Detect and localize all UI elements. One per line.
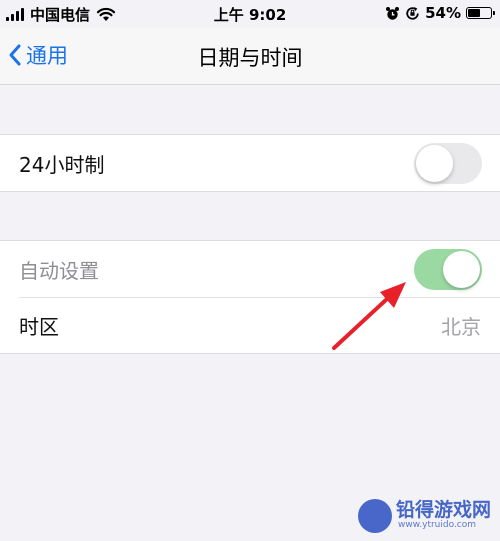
toggle-knob [443, 251, 480, 288]
watermark-text: 铅得游戏网 [396, 499, 492, 521]
watermark: 铅得游戏网 www.ytruido.com [358, 493, 498, 539]
timezone-value: 北京 [441, 314, 481, 339]
page-title: 日期与时间 [197, 46, 303, 70]
timezone-label: 时区 [19, 314, 59, 339]
timezone-row[interactable]: 时区 北京 [0, 297, 500, 353]
hour24-row: 24小时制 [0, 135, 500, 191]
hour24-group: 24小时制 [0, 134, 500, 192]
watermark-url: www.ytruido.com [398, 520, 477, 530]
hour24-toggle[interactable] [414, 143, 482, 184]
auto-set-toggle[interactable] [414, 249, 482, 290]
auto-set-label: 自动设置 [19, 258, 99, 283]
settings-screen: 中国电信 上午 9:02 54% 通用 日期与时间 24小时制 自动设置 时区 … [0, 0, 500, 541]
auto-set-row: 自动设置 [0, 241, 500, 297]
hour24-label: 24小时制 [19, 152, 105, 177]
orientation-lock-icon [406, 6, 419, 20]
status-bar: 中国电信 上午 9:02 54% [0, 0, 500, 28]
navigation-bar: 通用 日期与时间 [0, 28, 500, 85]
watermark-logo-icon [358, 499, 392, 533]
toggle-knob [416, 145, 453, 182]
battery-percent: 54% [425, 4, 461, 22]
auto-time-group: 自动设置 时区 北京 [0, 240, 500, 354]
status-right: 54% [385, 4, 495, 22]
battery-icon [466, 7, 495, 19]
alarm-icon [386, 6, 400, 20]
